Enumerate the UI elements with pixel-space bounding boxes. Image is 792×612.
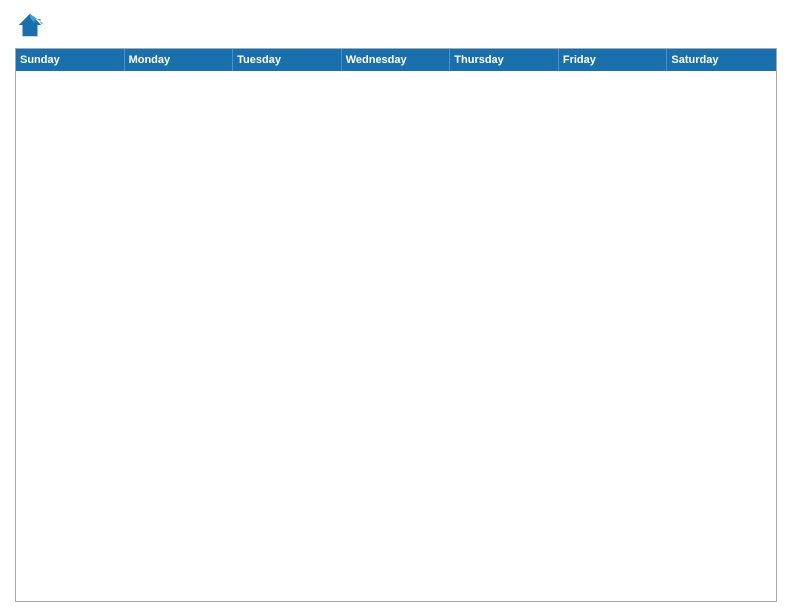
header-day-saturday: Saturday	[667, 49, 776, 71]
calendar-header: SundayMondayTuesdayWednesdayThursdayFrid…	[16, 49, 776, 71]
logo	[15, 10, 49, 40]
calendar-body	[16, 71, 776, 601]
calendar: SundayMondayTuesdayWednesdayThursdayFrid…	[15, 48, 777, 602]
header-day-sunday: Sunday	[16, 49, 125, 71]
header-day-friday: Friday	[559, 49, 668, 71]
header-day-tuesday: Tuesday	[233, 49, 342, 71]
header-day-wednesday: Wednesday	[342, 49, 451, 71]
page: SundayMondayTuesdayWednesdayThursdayFrid…	[0, 0, 792, 612]
header-day-thursday: Thursday	[450, 49, 559, 71]
header	[15, 10, 777, 40]
logo-icon	[15, 10, 45, 40]
header-day-monday: Monday	[125, 49, 234, 71]
